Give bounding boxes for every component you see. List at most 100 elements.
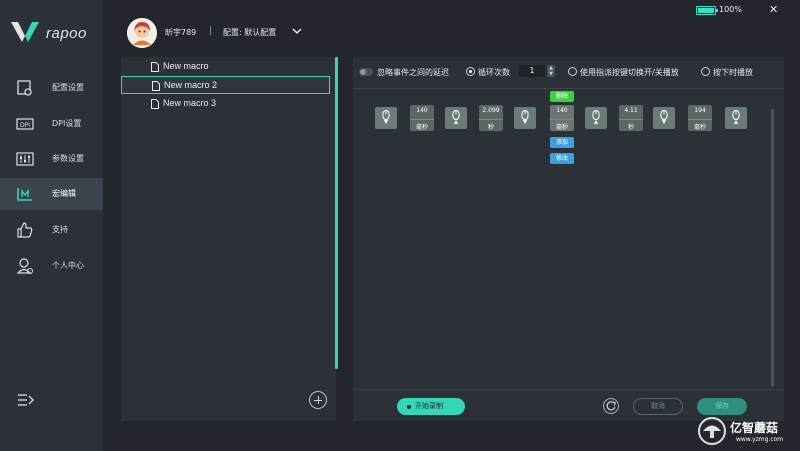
event-delay[interactable]: 194 毫秒 <box>688 105 712 131</box>
macro-name: New macro 2 <box>164 80 218 90</box>
event-delay[interactable]: 2.099 秒 <box>479 105 503 131</box>
save-button[interactable]: 保存 <box>697 398 747 415</box>
sidebar-item-label: 个人中心 <box>52 261 84 270</box>
event-mouse-down[interactable] <box>514 107 536 129</box>
sidebar-item-support[interactable]: 支持 <box>0 214 103 246</box>
delay-value: 194 <box>694 107 706 114</box>
loop-mode-radio[interactable] <box>466 67 475 76</box>
toggle-mode-label: 使用指派按键切换开/关播放 <box>580 68 679 77</box>
watermark: 亿智蘑菇 www.yzmg.com <box>696 415 800 451</box>
rapoo-v-icon <box>11 22 39 42</box>
arrow-down-icon <box>384 120 388 124</box>
watermark-url: www.yzmg.com <box>736 436 784 443</box>
sidebar-item-label: 宏编辑 <box>52 189 76 198</box>
modify-event-button[interactable]: 修改 <box>550 153 574 164</box>
loop-count-input[interactable]: 1 <box>519 65 545 77</box>
sliders-icon <box>16 150 34 168</box>
delay-value: 4.11 <box>624 107 638 114</box>
macro-list-item[interactable]: New macro 3 <box>121 95 330 113</box>
delete-event-button[interactable]: 删除 <box>550 91 574 102</box>
event-mouse-up[interactable] <box>585 107 607 129</box>
delay-value: 140 <box>416 107 428 114</box>
brand-logo: rapoo <box>10 20 100 46</box>
mouse-icon <box>660 110 668 120</box>
mouse-icon <box>382 110 390 120</box>
arrow-up-icon <box>594 120 598 124</box>
header: 昕宇789 | 配置: 默认配置 100% ✕ <box>103 0 800 58</box>
arrow-down-icon <box>523 120 527 124</box>
macro-editor: 忽略事件之间的延迟 循环次数 1 ▲ ▼ 使用指派按键切换开/关播放 按下时播放 … <box>353 57 784 421</box>
editor-toolbar: 忽略事件之间的延迟 循环次数 1 ▲ ▼ 使用指派按键切换开/关播放 按下时播放 <box>353 57 784 89</box>
sidebar-item-profile[interactable]: 个人中心 <box>0 250 103 282</box>
collapse-sidebar-icon[interactable] <box>17 392 35 408</box>
delay-value: 140 <box>556 107 568 114</box>
delay-unit: 秒 <box>619 119 643 131</box>
event-delay-selected[interactable]: 140 毫秒 <box>550 105 574 131</box>
arrow-down-icon <box>662 120 666 124</box>
username: 昕宇789 <box>165 28 197 37</box>
sidebar-item-label: 支持 <box>52 225 68 234</box>
event-mouse-down[interactable] <box>653 107 675 129</box>
dpi-icon: DPI <box>16 115 34 133</box>
reset-icon[interactable] <box>603 398 619 414</box>
mushroom-logo-icon <box>698 417 726 445</box>
svg-text:DPI: DPI <box>20 122 30 129</box>
mouse-icon <box>592 110 600 120</box>
close-icon[interactable]: ✕ <box>769 4 781 16</box>
brand-name: rapoo <box>46 25 87 42</box>
header-separator: | <box>209 26 213 36</box>
thumbs-up-icon <box>16 221 34 239</box>
current-config[interactable]: 配置: 默认配置 <box>223 27 276 38</box>
sidebar: rapoo 配置设置 DPI DPI设置 参数设置 宏编辑 支持 个人中心 <box>0 0 103 451</box>
cancel-button[interactable]: 取消 <box>633 398 683 415</box>
event-delay[interactable]: 140 毫秒 <box>410 105 434 131</box>
delay-unit: 毫秒 <box>410 119 434 131</box>
arrow-up-icon <box>454 120 458 124</box>
macro-list-scrollbar[interactable] <box>335 57 338 369</box>
profile-settings-icon <box>16 79 34 97</box>
mouse-icon <box>732 110 740 120</box>
sidebar-item-parameters[interactable]: 参数设置 <box>0 143 103 175</box>
event-mouse-up[interactable] <box>725 107 747 129</box>
hold-mode-label: 按下时播放 <box>713 68 753 77</box>
battery-icon <box>696 6 718 15</box>
macro-name: New macro <box>163 61 209 71</box>
delay-value: 2.099 <box>482 107 500 114</box>
watermark-title: 亿智蘑菇 <box>730 421 779 435</box>
hold-mode-radio[interactable] <box>701 67 710 76</box>
sidebar-item-label: DPI设置 <box>52 119 82 128</box>
event-delay[interactable]: 4.11 秒 <box>619 105 643 131</box>
loop-count-stepper[interactable]: ▲ ▼ <box>547 65 555 77</box>
battery-level: 100% <box>719 5 742 14</box>
sidebar-item-profile-settings[interactable]: 配置设置 <box>0 72 103 104</box>
delay-unit: 毫秒 <box>550 119 574 131</box>
event-mouse-down[interactable] <box>375 107 397 129</box>
macro-list-item[interactable]: New macro <box>121 58 330 76</box>
record-dot-icon <box>407 405 411 409</box>
user-icon <box>16 257 34 275</box>
avatar[interactable] <box>127 18 157 48</box>
macro-list-item-selected[interactable]: New macro 2 <box>121 76 330 94</box>
loop-count-label: 循环次数 <box>478 68 510 77</box>
editor-scrollbar[interactable] <box>771 109 774 387</box>
delay-unit: 秒 <box>479 119 503 131</box>
ignore-delay-toggle[interactable] <box>359 68 373 76</box>
delay-unit: 毫秒 <box>688 119 712 131</box>
mouse-icon <box>452 110 460 120</box>
add-event-button[interactable]: 添加 <box>550 137 574 148</box>
macro-name: New macro 3 <box>163 98 217 108</box>
macro-list-panel: New macro New macro 2 New macro 3 <box>121 57 338 421</box>
file-icon <box>151 62 159 72</box>
arrow-up-icon <box>734 120 738 124</box>
start-recording-button[interactable]: 开始录制 <box>397 398 465 415</box>
add-macro-button[interactable] <box>309 391 327 409</box>
sidebar-item-macro[interactable]: 宏编辑 <box>0 178 103 210</box>
mouse-icon <box>521 110 529 120</box>
file-icon <box>152 81 160 91</box>
macro-icon <box>16 185 34 203</box>
ignore-delay-label: 忽略事件之间的延迟 <box>377 68 449 77</box>
event-mouse-up[interactable] <box>445 107 467 129</box>
chevron-down-icon[interactable] <box>292 27 302 35</box>
sidebar-item-dpi[interactable]: DPI DPI设置 <box>0 108 103 140</box>
toggle-mode-radio[interactable] <box>568 67 577 76</box>
